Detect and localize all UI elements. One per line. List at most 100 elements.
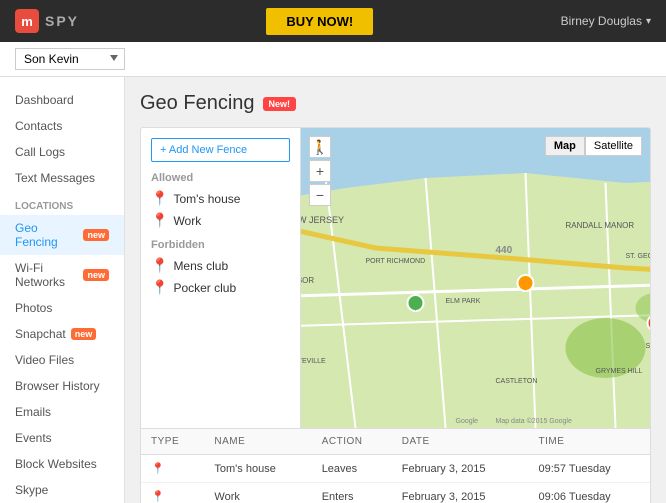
fence-name: Pocker club [173, 281, 236, 295]
person-icon[interactable]: 🚶 [309, 136, 331, 158]
col-time: TIME [529, 429, 650, 455]
svg-text:440: 440 [496, 245, 513, 256]
svg-text:ELM PARK: ELM PARK [446, 298, 481, 305]
sidebar-item-geo-fencing[interactable]: Geo Fencing new [0, 215, 124, 255]
table-row: 📍Tom's houseLeavesFebruary 3, 201509:57 … [141, 455, 650, 483]
sidebar-label: Contacts [15, 119, 62, 133]
green-pin-icon: 📍 [151, 190, 168, 207]
locations-section-title: Locations [0, 191, 124, 215]
add-fence-button[interactable]: + Add New Fence [151, 138, 290, 162]
fence-item-mens-club[interactable]: 📍 Mens club [151, 257, 290, 274]
user-name: Birney Douglas [561, 14, 642, 28]
sidebar-item-call-logs[interactable]: Call Logs [0, 139, 124, 165]
svg-text:SILVER LAKE: SILVER LAKE [646, 343, 651, 350]
logo-text: SPY [45, 13, 79, 29]
sidebar-label: Browser History [15, 379, 100, 393]
logo: m SPY [15, 9, 79, 33]
sidebar-label: Skype [15, 483, 48, 497]
main-content: Geo Fencing New! + Add New Fence Allowed… [125, 77, 666, 503]
main-layout: Dashboard Contacts Call Logs Text Messag… [0, 77, 666, 503]
new-badge: new [83, 229, 109, 241]
sidebar-label: Photos [15, 301, 52, 315]
green-pin-icon: 📍 [151, 212, 168, 229]
sub-header: Son Kevin Daughter Amy [0, 42, 666, 77]
geo-layout: + Add New Fence Allowed 📍 Tom's house 📍 … [141, 128, 650, 428]
svg-text:NEW JERSEY: NEW JERSEY [301, 215, 344, 225]
sidebar: Dashboard Contacts Call Logs Text Messag… [0, 77, 125, 503]
sidebar-label: Wi-Fi Networks [15, 261, 78, 289]
allowed-section-label: Allowed [151, 172, 290, 184]
sidebar-label: Events [15, 431, 52, 445]
fence-item-toms-house[interactable]: 📍 Tom's house [151, 190, 290, 207]
sidebar-item-events[interactable]: Events [0, 425, 124, 451]
red-pin-icon: 📍 [151, 257, 168, 274]
son-select[interactable]: Son Kevin Daughter Amy [15, 48, 125, 70]
page-new-badge: New! [263, 97, 297, 111]
fence-item-work[interactable]: 📍 Work [151, 212, 290, 229]
page-title: Geo Fencing [140, 92, 255, 115]
col-type: TYPE [141, 429, 204, 455]
row-time: 09:57 Tuesday [529, 455, 650, 483]
user-menu[interactable]: Birney Douglas ▾ [561, 14, 651, 28]
row-action: Leaves [312, 455, 392, 483]
logo-icon: m [15, 9, 39, 33]
sidebar-item-skype[interactable]: Skype [0, 477, 124, 503]
col-name: NAME [204, 429, 311, 455]
sidebar-item-block-websites[interactable]: Block Websites [0, 451, 124, 477]
page-header: Geo Fencing New! [140, 92, 651, 115]
fence-name: Tom's house [173, 192, 240, 206]
satellite-view-button[interactable]: Satellite [585, 136, 642, 156]
col-date: DATE [392, 429, 529, 455]
sidebar-item-dashboard[interactable]: Dashboard [0, 87, 124, 113]
app-header: m SPY BUY NOW! Birney Douglas ▾ [0, 0, 666, 42]
sidebar-item-browser-history[interactable]: Browser History [0, 373, 124, 399]
fence-item-pocker-club[interactable]: 📍 Pocker club [151, 279, 290, 296]
sidebar-label: Dashboard [15, 93, 74, 107]
fence-name: Mens club [173, 259, 228, 273]
geo-left-panel: + Add New Fence Allowed 📍 Tom's house 📍 … [141, 128, 301, 428]
sidebar-label: Geo Fencing [15, 221, 78, 249]
sidebar-label: Snapchat [15, 327, 66, 341]
map-type-controls: Map Satellite [545, 136, 642, 156]
sidebar-item-contacts[interactable]: Contacts [0, 113, 124, 139]
fence-name: Work [173, 214, 201, 228]
row-date: February 3, 2015 [392, 455, 529, 483]
svg-text:PORT RICHMOND: PORT RICHMOND [366, 258, 426, 265]
svg-text:Google: Google [456, 418, 479, 425]
map-background: NEW JERSEY RANDALL MANOR ST. GEORGE MARI… [301, 128, 650, 428]
geo-table: TYPE NAME ACTION DATE TIME 📍Tom's houseL… [141, 428, 650, 503]
chevron-down-icon: ▾ [646, 16, 651, 27]
svg-text:RANDALL MANOR: RANDALL MANOR [566, 221, 635, 230]
row-type: 📍 [141, 455, 204, 483]
red-pin-icon: 📍 [151, 279, 168, 296]
svg-text:GRYMES HILL: GRYMES HILL [596, 368, 643, 375]
sidebar-label: Emails [15, 405, 51, 419]
sidebar-item-photos[interactable]: Photos [0, 295, 124, 321]
svg-text:MARINERS HARBOR: MARINERS HARBOR [301, 276, 314, 285]
map-view-button[interactable]: Map [545, 136, 585, 156]
svg-text:GRANITEVILLE: GRANITEVILLE [301, 358, 326, 365]
table-header-row: TYPE NAME ACTION DATE TIME [141, 429, 650, 455]
sidebar-item-emails[interactable]: Emails [0, 399, 124, 425]
sidebar-item-text-messages[interactable]: Text Messages [0, 165, 124, 191]
sidebar-label: Block Websites [15, 457, 97, 471]
sidebar-label: Call Logs [15, 145, 65, 159]
svg-text:Map data ©2015 Google: Map data ©2015 Google [496, 417, 572, 425]
map-container[interactable]: NEW JERSEY RANDALL MANOR ST. GEORGE MARI… [301, 128, 650, 428]
sidebar-label: Video Files [15, 353, 74, 367]
forbidden-section-label: Forbidden [151, 239, 290, 251]
svg-text:CASTLETON: CASTLETON [496, 378, 538, 385]
col-action: ACTION [312, 429, 392, 455]
svg-text:ST. GEORGE: ST. GEORGE [626, 253, 651, 260]
row-name: Tom's house [204, 455, 311, 483]
sidebar-label: Text Messages [15, 171, 95, 185]
zoom-in-button[interactable]: + [309, 160, 331, 182]
buy-now-button[interactable]: BUY NOW! [266, 8, 373, 35]
sidebar-item-video-files[interactable]: Video Files [0, 347, 124, 373]
sidebar-item-wifi-networks[interactable]: Wi-Fi Networks new [0, 255, 124, 295]
map-zoom-controls: 🚶 + − [309, 136, 331, 206]
content-panel: + Add New Fence Allowed 📍 Tom's house 📍 … [140, 127, 651, 503]
new-badge: new [71, 328, 97, 340]
sidebar-item-snapchat[interactable]: Snapchat new [0, 321, 124, 347]
zoom-out-button[interactable]: − [309, 184, 331, 206]
